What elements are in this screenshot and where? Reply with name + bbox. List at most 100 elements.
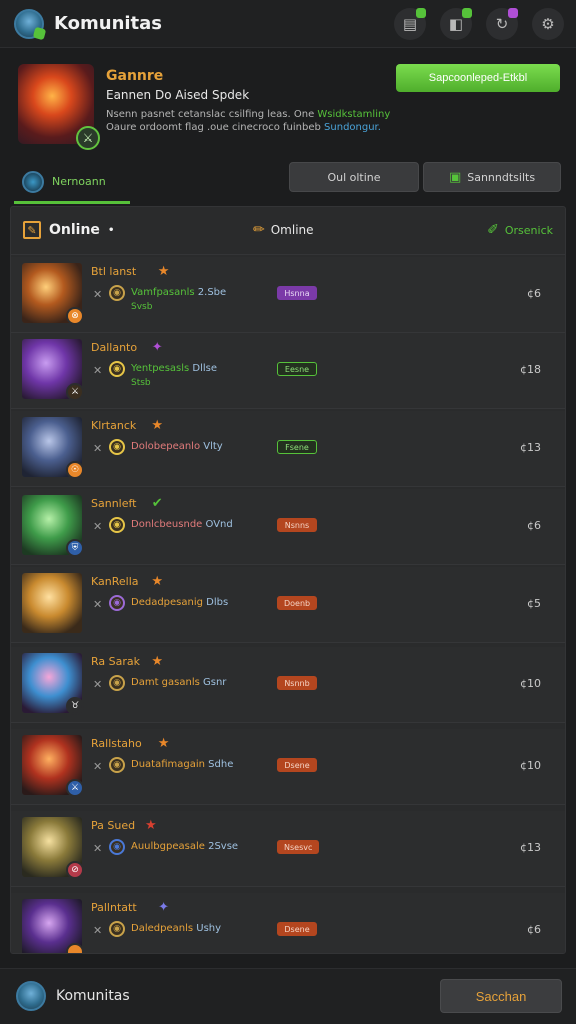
list-header: ✎ Online • ✏ Omline ✐ Orsenick [11,207,565,255]
player-name[interactable]: Pa Sued [91,819,135,832]
top-bar: Komunitas ▤ ◧ ↻ ⚙ [0,0,576,48]
remove-icon[interactable]: ✕ [93,288,102,301]
player-count: ¢13 [520,441,541,454]
search-button[interactable]: Sacchan [440,979,562,1013]
status-badge: Hsnna [277,286,317,300]
player-row[interactable]: ☉ Klrtanck ★ ✕ ◉ Dolobepeanlo Vlty Fsene ¢13 [11,411,565,487]
game-desc-line2: Oaure ordoomt flag .oue cinecroco fuinbe… [106,122,321,133]
app-title: Komunitas [54,13,163,34]
player-stat: Vamfpasanls 2.Sbe [131,287,226,298]
player-row[interactable]: ⊗ Btl lanst ★ ✕ ◉ Vamfpasanls 2.Sbe Svsb Hsnna ¢… [11,257,565,333]
online-label: Online [49,222,100,238]
class-badge-icon: ☉ [66,461,84,479]
remove-icon[interactable]: ✕ [93,678,102,691]
player-name[interactable]: KanRella [91,575,139,588]
remove-icon[interactable]: ✕ [93,520,102,533]
stat-value: 2.Sbe [197,287,227,298]
tab-stats-label: Sannndtsilts [467,170,536,184]
sword-icon: ⚔ [76,126,100,150]
player-stat: Dedadpesanig Dlbs [131,597,228,608]
game-card: ⚔ Gannre Eannen Do Aised Spdek Nsenn pas… [12,58,564,154]
player-avatar: ⊗ [22,263,84,325]
bottom-title: Komunitas [56,988,130,1004]
online-suffix: • [107,224,115,236]
player-count: ¢6 [527,287,541,300]
stat-value: Sdhe [208,759,234,770]
tab-offline[interactable]: Oul oltine [289,162,419,192]
player-name[interactable]: Pallntatt [91,901,137,914]
player-avatar: ☉ [22,417,84,479]
player-row[interactable]: Pallntatt ✦ ✕ ◉ Daledpeanls Ushy Dsene ¢6 [11,893,565,953]
coin-icon: ◉ [109,517,125,533]
player-count: ¢13 [520,841,541,854]
player-name[interactable]: Dallanto [91,341,137,354]
game-desc-line1-highlight[interactable]: Wsidkstamliny [317,109,390,120]
player-row[interactable]: ⊘ Pa Sued ★ ✕ ◉ Auulbgpeasale 2Svse Nsesvc ¢13 [11,811,565,887]
remove-icon[interactable]: ✕ [93,760,102,773]
remove-icon[interactable]: ✕ [93,442,102,455]
remove-icon[interactable]: ✕ [93,598,102,611]
rank-icon: ✦ [151,339,163,355]
rank-icon: ★ [144,817,157,833]
stat-label: Daledpeanls [131,923,197,934]
remove-icon[interactable]: ✕ [93,842,102,855]
stat-value: Gsnr [203,677,227,688]
stat-label: Yentpesasls [131,363,193,374]
player-row[interactable]: KanRella ★ ✕ ◉ Dedadpesanig Dlbs Doenb ¢5 [11,567,565,643]
player-stat: Daledpeanls Ushy [131,923,221,934]
search-label: Sacchan [475,988,527,1004]
coin-icon: ◉ [109,595,125,611]
game-desc-line2-highlight[interactable]: Sundongur. [324,122,381,133]
player-name[interactable]: Btl lanst [91,265,136,278]
online-filter[interactable]: ✎ Online • [23,221,114,239]
player-avatar: ⛨ [22,495,84,557]
player-name[interactable]: Klrtanck [91,419,136,432]
stat-label: Dedadpesanig [131,597,207,608]
player-avatar [22,573,82,633]
gift-icon[interactable]: ◧ [440,8,472,40]
chat-icon: ▣ [448,169,462,185]
status-badge: Nsnns [277,518,317,532]
player-row[interactable]: ⚔ Dallanto ✦ ✕ ◉ Yentpesasls Dllse Stsb Eesne ¢1… [11,333,565,409]
player-row[interactable]: ⚔ Rallstaho ★ ✕ ◉ Duatafimagain Sdhe Dsene ¢10 [11,729,565,805]
omline-sort[interactable]: ✏ Omline [253,222,314,238]
rank-icon: ✔ [151,495,163,511]
tab-main[interactable]: Nernoann [14,162,130,204]
player-count: ¢5 [527,597,541,610]
cake-icon[interactable]: ▤ [394,8,426,40]
player-avatar: ⊘ [22,817,84,879]
player-stat: Donlcbeusnde OVnd [131,519,233,530]
tab-stats[interactable]: ▣ Sannndtsilts [423,162,561,192]
stat-value: Dlbs [206,597,229,608]
tab-main-label: Nernoann [52,175,106,188]
coin-icon: ◉ [109,839,125,855]
player-row[interactable]: ♉ Ra Sarak ★ ✕ ◉ Damt gasanls Gsnr Nsnnb ¢10 [11,647,565,723]
gear-icon[interactable]: ⚙ [532,8,564,40]
class-badge-icon: ⛨ [66,539,84,557]
player-stat: Dolobepeanlo Vlty [131,441,223,452]
coin-icon: ◉ [109,361,125,377]
player-count: ¢10 [520,677,541,690]
player-avatar: ⚔ [22,339,84,401]
refresh-icon[interactable]: ↻ [486,8,518,40]
player-list: ✎ Online • ✏ Omline ✐ Orsenick ⊗ Btl lans… [10,206,566,954]
class-badge-icon: ♉ [66,697,84,715]
top-icons: ▤ ◧ ↻ ⚙ [394,8,564,40]
stat-sub: Svsb [131,302,153,312]
player-name[interactable]: Rallstaho [91,737,142,750]
game-desc-line1: Nsenn pasnet cetanslac csilfing leas. On… [106,109,315,120]
support-button[interactable]: Sapcoonleped-Etkbl [396,64,560,92]
rank-icon: ★ [157,735,170,751]
status-badge: Dsene [277,758,317,772]
rank-icon: ★ [151,573,164,589]
player-row[interactable]: ⛨ Sannleft ✔ ✕ ◉ Donlcbeusnde OVnd Nsnns ¢6 [11,489,565,565]
orsenick-sort[interactable]: ✐ Orsenick [487,222,553,238]
player-name[interactable]: Sannleft [91,497,136,510]
coin-icon: ◉ [109,285,125,301]
orsenick-label: Orsenick [504,223,553,237]
player-name[interactable]: Ra Sarak [91,655,140,668]
community-icon [22,170,44,193]
remove-icon[interactable]: ✕ [93,924,102,937]
remove-icon[interactable]: ✕ [93,364,102,377]
bottom-logo [16,981,46,1011]
